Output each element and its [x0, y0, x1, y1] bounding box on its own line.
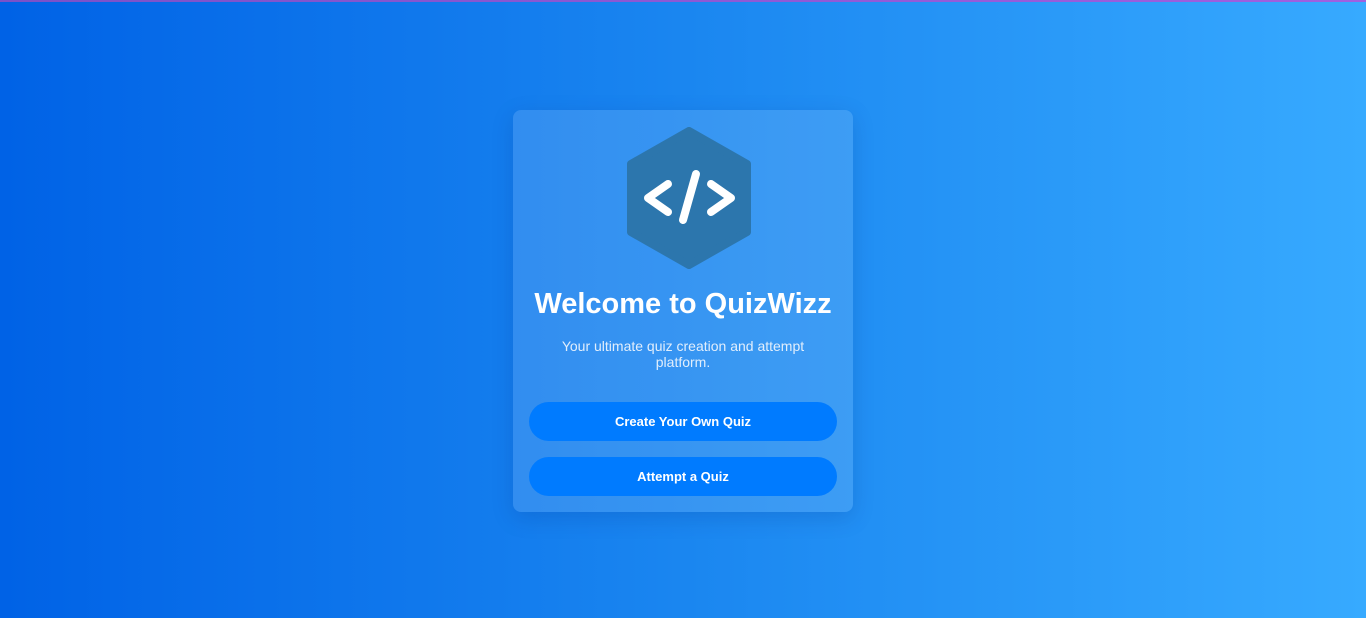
top-accent-strip	[0, 0, 1366, 2]
page-title: Welcome to QuizWizz	[534, 288, 832, 320]
create-quiz-button[interactable]: Create Your Own Quiz	[529, 402, 837, 441]
code-brackets-icon	[627, 127, 751, 269]
page-subtitle: Your ultimate quiz creation and attempt …	[561, 338, 805, 370]
welcome-card: Welcome to QuizWizz Your ultimate quiz c…	[513, 110, 853, 512]
attempt-quiz-button[interactable]: Attempt a Quiz	[529, 457, 837, 496]
